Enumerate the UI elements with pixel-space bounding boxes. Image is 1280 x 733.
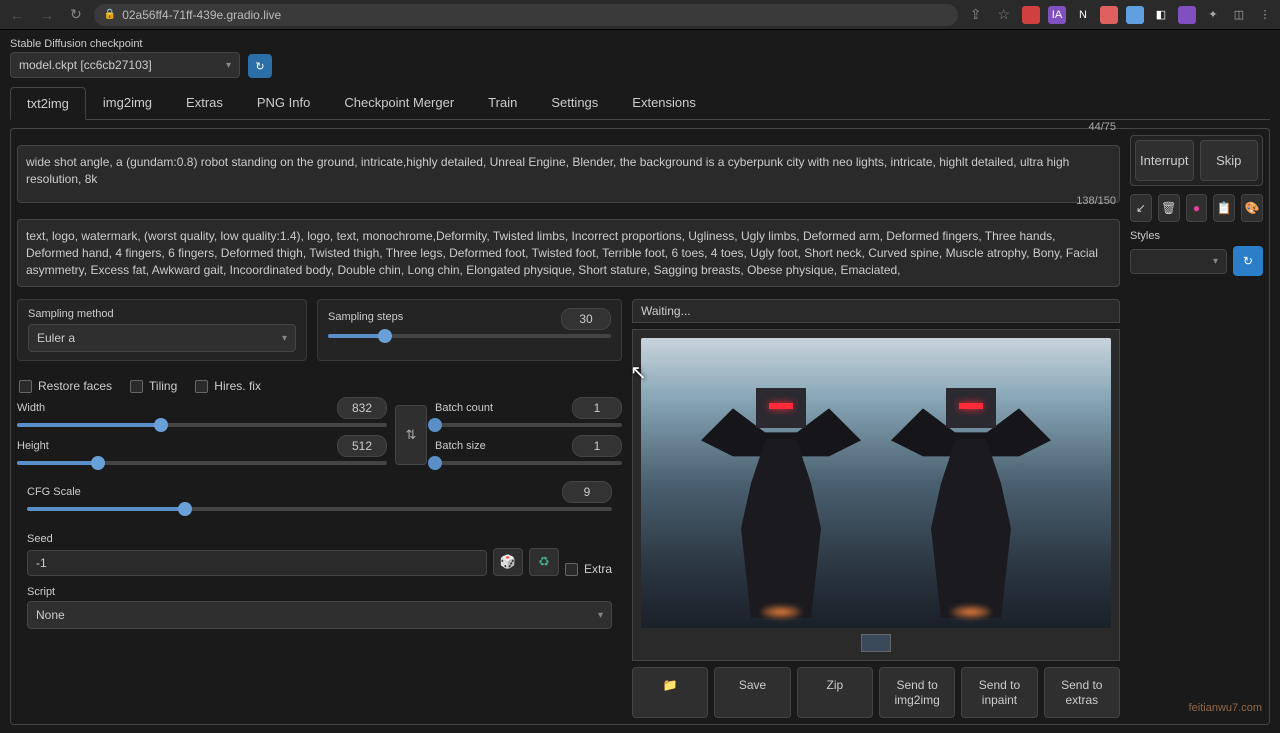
thumbnail[interactable] bbox=[861, 634, 891, 652]
watermark: feitianwu7.com bbox=[1189, 702, 1262, 714]
cfg-scale-value[interactable]: 9 bbox=[562, 481, 612, 503]
batch-size-slider[interactable] bbox=[435, 461, 622, 465]
output-status: Waiting... bbox=[632, 299, 1120, 323]
arrow-tool-button[interactable]: ↙ bbox=[1130, 194, 1152, 222]
clipboard-tool-button[interactable]: 📋 bbox=[1213, 194, 1235, 222]
sampling-steps-slider[interactable] bbox=[328, 334, 611, 338]
extensions-icon[interactable]: ✦ bbox=[1204, 6, 1222, 24]
tab-checkpoint-merger[interactable]: Checkpoint Merger bbox=[327, 86, 471, 119]
style-tool-button[interactable]: ● bbox=[1186, 194, 1208, 222]
checkpoint-label: Stable Diffusion checkpoint bbox=[10, 38, 240, 50]
script-select[interactable]: None▾ bbox=[27, 601, 612, 629]
lock-icon: 🔒 bbox=[104, 9, 116, 20]
seed-label: Seed bbox=[27, 533, 612, 545]
reload-button[interactable]: ↻ bbox=[66, 4, 86, 25]
ext-icon[interactable]: IA bbox=[1048, 6, 1066, 24]
checkpoint-select[interactable]: model.ckpt [cc6cb27103]▾ bbox=[10, 52, 240, 78]
width-label: Width bbox=[17, 402, 87, 414]
cfg-scale-slider[interactable] bbox=[27, 507, 612, 511]
batch-size-label: Batch size bbox=[435, 440, 515, 452]
chevron-down-icon: ▾ bbox=[226, 60, 231, 71]
tab-settings[interactable]: Settings bbox=[534, 86, 615, 119]
window-icon[interactable]: ◫ bbox=[1230, 6, 1248, 24]
ext-icon[interactable]: ◧ bbox=[1152, 6, 1170, 24]
clear-tool-button[interactable]: 🗑 bbox=[1158, 194, 1180, 222]
share-icon[interactable]: ⇪ bbox=[966, 4, 986, 25]
prompt-input[interactable]: wide shot angle, a (gundam:0.8) robot st… bbox=[17, 145, 1120, 203]
tab-train[interactable]: Train bbox=[471, 86, 534, 119]
chevron-down-icon: ▾ bbox=[1213, 256, 1218, 267]
tab-img2img[interactable]: img2img bbox=[86, 86, 169, 119]
height-slider[interactable] bbox=[17, 461, 387, 465]
random-seed-button[interactable]: 🎲 bbox=[493, 548, 523, 576]
height-value[interactable]: 512 bbox=[337, 435, 387, 457]
generated-image[interactable] bbox=[641, 338, 1111, 628]
menu-icon[interactable]: ⋮ bbox=[1256, 6, 1274, 24]
ext-icon[interactable] bbox=[1022, 6, 1040, 24]
save-button[interactable]: Save bbox=[714, 667, 790, 718]
extra-seed-checkbox[interactable]: Extra bbox=[565, 562, 612, 576]
height-label: Height bbox=[17, 440, 87, 452]
output-image-area: ✕ bbox=[632, 329, 1120, 661]
width-value[interactable]: 832 bbox=[337, 397, 387, 419]
open-folder-button[interactable]: 📁 bbox=[632, 667, 708, 718]
palette-tool-button[interactable]: 🎨 bbox=[1241, 194, 1263, 222]
styles-label: Styles bbox=[1130, 230, 1263, 242]
zip-button[interactable]: Zip bbox=[797, 667, 873, 718]
width-slider[interactable] bbox=[17, 423, 387, 427]
sampling-steps-value[interactable]: 30 bbox=[561, 308, 611, 330]
batch-count-label: Batch count bbox=[435, 402, 515, 414]
url-text: 02a56ff4-71ff-439e.gradio.live bbox=[122, 8, 281, 22]
neg-prompt-token-count: 138/150 bbox=[1076, 195, 1116, 207]
tiling-checkbox[interactable]: Tiling bbox=[130, 379, 177, 393]
ext-icon[interactable] bbox=[1178, 6, 1196, 24]
prompt-token-count: 44/75 bbox=[1088, 121, 1116, 133]
browser-chrome: ← → ↻ 🔒 02a56ff4-71ff-439e.gradio.live ⇪… bbox=[0, 0, 1280, 30]
apply-style-button[interactable]: ↻ bbox=[1233, 246, 1263, 276]
send-to-extras-button[interactable]: Send to extras bbox=[1044, 667, 1120, 718]
interrupt-button[interactable]: Interrupt bbox=[1135, 140, 1194, 181]
styles-select[interactable]: ▾ bbox=[1130, 249, 1227, 274]
batch-count-slider[interactable] bbox=[435, 423, 622, 427]
negative-prompt-input[interactable]: text, logo, watermark, (worst quality, l… bbox=[17, 219, 1120, 287]
extension-icons: IA N ◧ ✦ ◫ ⋮ bbox=[1022, 6, 1274, 24]
cfg-scale-label: CFG Scale bbox=[27, 486, 97, 498]
skip-button[interactable]: Skip bbox=[1200, 140, 1259, 181]
star-icon[interactable]: ☆ bbox=[993, 4, 1014, 25]
batch-count-value[interactable]: 1 bbox=[572, 397, 622, 419]
swap-dimensions-button[interactable]: ⇅ bbox=[395, 405, 427, 465]
ext-icon[interactable] bbox=[1126, 6, 1144, 24]
script-label: Script bbox=[27, 586, 612, 598]
forward-button[interactable]: → bbox=[36, 5, 58, 25]
chevron-down-icon: ▾ bbox=[598, 610, 603, 621]
main-tabs: txt2img img2img Extras PNG Info Checkpoi… bbox=[10, 86, 1270, 120]
chevron-down-icon: ▾ bbox=[282, 333, 287, 344]
send-to-img2img-button[interactable]: Send to img2img bbox=[879, 667, 955, 718]
tab-txt2img[interactable]: txt2img bbox=[10, 87, 86, 120]
send-to-inpaint-button[interactable]: Send to inpaint bbox=[961, 667, 1037, 718]
sampling-method-label: Sampling method bbox=[28, 308, 296, 320]
refresh-checkpoint-button[interactable]: ↻ bbox=[248, 54, 272, 78]
hires-fix-checkbox[interactable]: Hires. fix bbox=[195, 379, 261, 393]
tab-pnginfo[interactable]: PNG Info bbox=[240, 86, 327, 119]
ext-icon[interactable] bbox=[1100, 6, 1118, 24]
tab-extensions[interactable]: Extensions bbox=[615, 86, 713, 119]
url-bar[interactable]: 🔒 02a56ff4-71ff-439e.gradio.live bbox=[94, 4, 958, 26]
back-button[interactable]: ← bbox=[6, 5, 28, 25]
sampling-method-select[interactable]: Euler a▾ bbox=[28, 324, 296, 352]
restore-faces-checkbox[interactable]: Restore faces bbox=[19, 379, 112, 393]
ext-icon[interactable]: N bbox=[1074, 6, 1092, 24]
batch-size-value[interactable]: 1 bbox=[572, 435, 622, 457]
sampling-steps-label: Sampling steps bbox=[328, 311, 403, 323]
reuse-seed-button[interactable]: ♻ bbox=[529, 548, 559, 576]
seed-input[interactable]: -1 bbox=[27, 550, 487, 576]
tab-extras[interactable]: Extras bbox=[169, 86, 240, 119]
